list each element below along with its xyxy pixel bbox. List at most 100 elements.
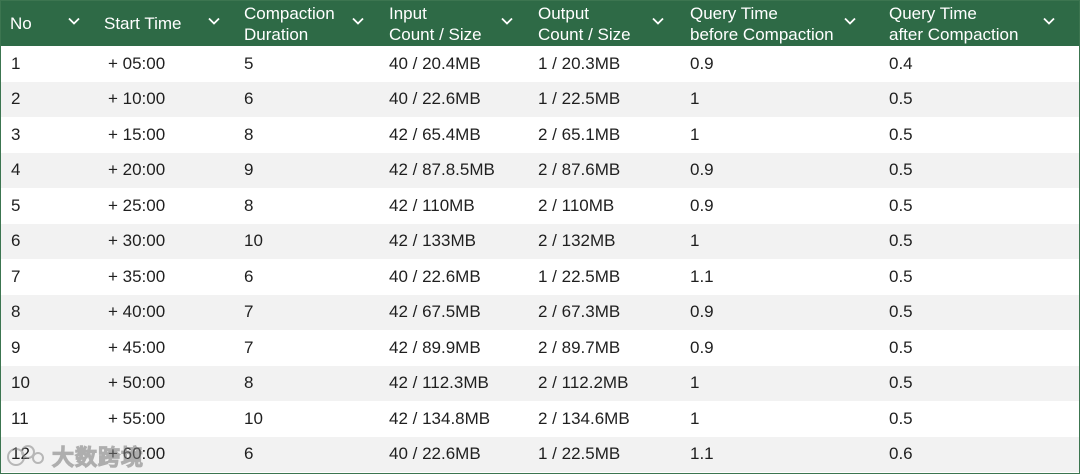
cell-start-time: + 15:00 [108, 124, 166, 144]
table-row[interactable]: 4 + 20:00 9 42 / 87.8.5MB 2 / 87.6MB 0.9 0.5 [1, 152, 1079, 188]
cell-query-before: 0.9 [690, 337, 714, 357]
cell-no: 1 [11, 53, 21, 73]
cell-query-before: 1 [690, 231, 700, 251]
cell-query-before: 0.9 [690, 195, 714, 215]
table-row[interactable]: 2 + 10:00 6 40 / 22.6MB 1 / 22.5MB 1 0.5 [1, 81, 1079, 117]
cell-input: 40 / 20.4MB [389, 53, 481, 73]
cell-output: 2 / 110MB [538, 195, 615, 215]
cell-input: 40 / 22.6MB [389, 266, 481, 286]
cell-no: 12 [11, 444, 30, 464]
table-row[interactable]: 9 + 45:00 7 42 / 89.9MB 2 / 89.7MB 0.9 0.5 [1, 330, 1079, 366]
column-header-label: No [10, 14, 32, 33]
cell-query-before: 1.1 [690, 444, 714, 464]
column-header-label: Query Time after Compaction [889, 3, 1019, 44]
chevron-down-icon[interactable] [651, 14, 665, 28]
cell-start-time: + 50:00 [108, 373, 166, 393]
table-row[interactable]: 7 + 35:00 6 40 / 22.6MB 1 / 22.5MB 1.1 0.5 [1, 259, 1079, 295]
cell-no: 5 [11, 195, 21, 215]
cell-query-after: 0.5 [889, 302, 913, 322]
column-header-no[interactable]: No [1, 1, 94, 46]
column-header-output[interactable]: Output Count / Size [529, 1, 681, 46]
cell-output: 1 / 22.5MB [538, 89, 621, 109]
table-row[interactable]: 3 + 15:00 8 42 / 65.4MB 2 / 65.1MB 1 0.5 [1, 117, 1079, 153]
cell-query-after: 0.5 [889, 266, 913, 286]
cell-duration: 7 [244, 337, 254, 357]
chevron-down-icon[interactable] [500, 14, 514, 28]
cell-query-before: 1 [690, 89, 700, 109]
table-row[interactable]: 12 + 60:00 6 40 / 22.6MB 1 / 22.5MB 1.1 0.6 [1, 436, 1079, 472]
cell-no: 10 [11, 373, 30, 393]
column-header-label: Compaction Duration [244, 3, 335, 44]
cell-duration: 8 [244, 195, 254, 215]
table-row[interactable]: 1 + 05:00 5 40 / 20.4MB 1 / 20.3MB 0.9 0.4 [1, 46, 1079, 82]
column-header-input[interactable]: Input Count / Size [380, 1, 529, 46]
column-header-query-before[interactable]: Query Time before Compaction [681, 1, 880, 46]
cell-output: 2 / 89.7MB [538, 337, 621, 357]
cell-query-after: 0.5 [889, 408, 913, 428]
cell-output: 2 / 87.6MB [538, 160, 621, 180]
compaction-table: No Start Time Compaction Duration Input … [0, 0, 1080, 474]
cell-duration: 6 [244, 444, 254, 464]
cell-output: 1 / 22.5MB [538, 266, 621, 286]
cell-query-before: 1 [690, 408, 700, 428]
cell-start-time: + 10:00 [108, 89, 166, 109]
chevron-down-icon[interactable] [67, 14, 81, 28]
cell-start-time: + 45:00 [108, 337, 166, 357]
cell-no: 2 [11, 89, 21, 109]
cell-no: 7 [11, 266, 21, 286]
cell-input: 42 / 89.9MB [389, 337, 481, 357]
chevron-down-icon[interactable] [351, 14, 365, 28]
cell-duration: 8 [244, 124, 254, 144]
cell-query-before: 1 [690, 373, 700, 393]
cell-output: 2 / 112.2MB [538, 373, 629, 393]
cell-input: 42 / 112.3MB [389, 373, 489, 393]
cell-no: 4 [11, 160, 21, 180]
cell-duration: 6 [244, 266, 254, 286]
cell-start-time: + 40:00 [108, 302, 166, 322]
cell-no: 3 [11, 124, 21, 144]
cell-output: 1 / 20.3MB [538, 53, 621, 73]
cell-output: 2 / 65.1MB [538, 124, 621, 144]
cell-start-time: + 30:00 [108, 231, 166, 251]
cell-query-after: 0.5 [889, 195, 913, 215]
cell-duration: 7 [244, 302, 254, 322]
cell-duration: 10 [244, 408, 263, 428]
cell-input: 42 / 134.8MB [389, 408, 491, 428]
cell-duration: 8 [244, 373, 254, 393]
cell-query-after: 0.6 [889, 444, 913, 464]
cell-output: 2 / 134.6MB [538, 408, 630, 428]
table-row[interactable]: 8 + 40:00 7 42 / 67.5MB 2 / 67.3MB 0.9 0.5 [1, 294, 1079, 330]
column-header-start-time[interactable]: Start Time [94, 1, 235, 46]
cell-query-after: 0.4 [889, 53, 913, 73]
column-header-label: Output Count / Size [538, 3, 631, 44]
table-body: 1 + 05:00 5 40 / 20.4MB 1 / 20.3MB 0.9 0.4 2 + 1… [1, 46, 1079, 472]
cell-input: 40 / 22.6MB [389, 444, 481, 464]
cell-query-before: 0.9 [690, 302, 714, 322]
column-header-label: Query Time before Compaction [690, 3, 834, 44]
cell-query-before: 1 [690, 124, 700, 144]
table-row[interactable]: 6 + 30:00 10 42 / 133MB 2 / 132MB 1 0.5 [1, 223, 1079, 259]
cell-query-after: 0.5 [889, 124, 913, 144]
column-header-query-after[interactable]: Query Time after Compaction [880, 1, 1079, 46]
cell-query-after: 0.5 [889, 160, 913, 180]
chevron-down-icon[interactable] [207, 14, 221, 28]
cell-input: 42 / 133MB [389, 231, 476, 251]
column-header-compaction-duration[interactable]: Compaction Duration [235, 1, 380, 46]
cell-query-before: 0.9 [690, 53, 714, 73]
cell-output: 1 / 22.5MB [538, 444, 621, 464]
chevron-down-icon[interactable] [1042, 14, 1056, 28]
cell-start-time: + 05:00 [108, 53, 166, 73]
cell-query-after: 0.5 [889, 337, 913, 357]
column-header-label: Start Time [104, 14, 182, 33]
cell-query-before: 0.9 [690, 160, 714, 180]
cell-no: 8 [11, 302, 21, 322]
chevron-down-icon[interactable] [843, 14, 857, 28]
cell-output: 2 / 132MB [538, 231, 616, 251]
cell-duration: 10 [244, 231, 263, 251]
cell-start-time: + 60:00 [108, 444, 166, 464]
table-row[interactable]: 5 + 25:00 8 42 / 110MB 2 / 110MB 0.9 0.5 [1, 188, 1079, 224]
cell-no: 9 [11, 337, 21, 357]
table-row[interactable]: 10 + 50:00 8 42 / 112.3MB 2 / 112.2MB 1 0.5 [1, 365, 1079, 401]
table-row[interactable]: 11 + 55:00 10 42 / 134.8MB 2 / 134.6MB 1 0.5 [1, 401, 1079, 437]
cell-input: 42 / 87.8.5MB [389, 160, 495, 180]
